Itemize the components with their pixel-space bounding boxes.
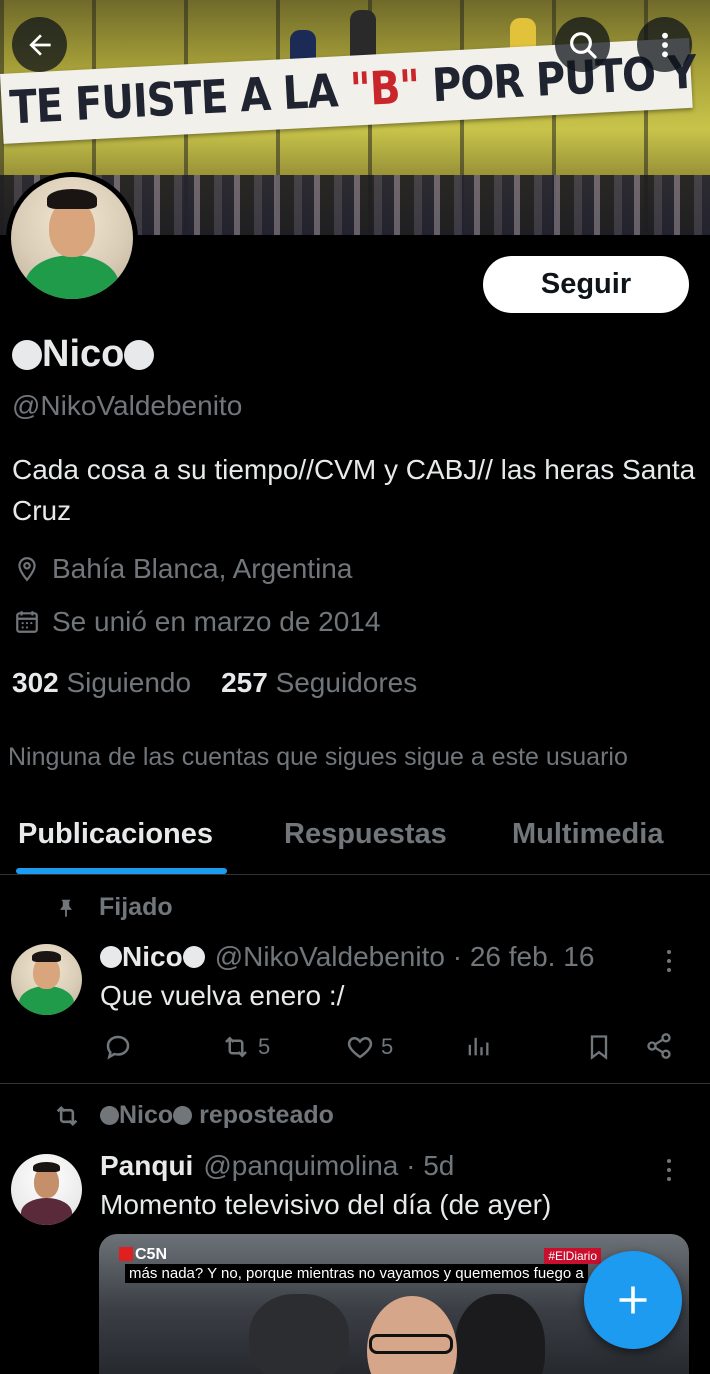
name-dot-icon bbox=[182, 946, 205, 968]
tab-respuestas[interactable]: Respuestas bbox=[284, 818, 447, 851]
following-count: 302 bbox=[12, 667, 59, 698]
following-link[interactable]: 302 Siguiendo bbox=[12, 667, 191, 699]
video-person bbox=[455, 1294, 545, 1374]
reposted-label: reposteado bbox=[199, 1101, 334, 1129]
followers-link[interactable]: 257 Seguidores bbox=[221, 667, 417, 699]
tab-multimedia[interactable]: Multimedia bbox=[512, 818, 663, 851]
name-dot-icon bbox=[100, 946, 122, 968]
repost-tweet-more-button[interactable] bbox=[667, 1159, 671, 1181]
reply-button[interactable] bbox=[103, 1032, 133, 1062]
profile-display-name: Nico bbox=[12, 333, 155, 376]
repost-tweet-handle: @panquimolina bbox=[203, 1150, 399, 1181]
pinned-indicator: Fijado bbox=[55, 893, 173, 922]
followers-label: Seguidores bbox=[275, 667, 418, 698]
profile-tabs: Publicaciones Respuestas Multimedia bbox=[0, 800, 710, 875]
pinned-tweet-text: Que vuelva enero :/ bbox=[100, 980, 345, 1011]
pinned-tweet-actions: 5 5 bbox=[100, 1032, 680, 1066]
calendar-icon bbox=[16, 611, 38, 633]
active-tab-indicator bbox=[16, 868, 227, 874]
search-icon bbox=[569, 31, 597, 59]
profile-bio: Cada cosa a su tiempo//CVM y CABJ// las … bbox=[12, 454, 696, 526]
location-text: Bahía Blanca, Argentina bbox=[52, 553, 353, 584]
bookmark-button[interactable] bbox=[585, 1032, 613, 1062]
bookmark-icon bbox=[590, 1035, 608, 1060]
avatar-shirt bbox=[21, 1198, 72, 1225]
repost-indicator[interactable]: Nico reposteado bbox=[52, 1101, 334, 1130]
followed-by-note: Ninguna de las cuentas que sigues sigue … bbox=[8, 743, 628, 771]
repost-button[interactable]: 5 bbox=[220, 1032, 270, 1062]
reposted-by: Nico reposteado bbox=[100, 1101, 334, 1130]
follow-counts: 302 Siguiendo 257 Seguidores bbox=[12, 667, 417, 699]
follow-button[interactable]: Seguir bbox=[483, 256, 689, 313]
analytics-icon bbox=[468, 1037, 489, 1056]
repost-icon bbox=[56, 1105, 78, 1126]
channel-logo: C5N bbox=[119, 1246, 167, 1264]
profile-handle: @NikoValdebenito bbox=[12, 390, 243, 421]
repost-tweet-date: · 5d bbox=[406, 1150, 455, 1181]
pinned-label: Fijado bbox=[99, 893, 173, 921]
video-caption: más nada? Y no, porque mientras no vayam… bbox=[125, 1264, 588, 1283]
share-button[interactable] bbox=[645, 1032, 673, 1060]
views-button[interactable] bbox=[464, 1032, 492, 1060]
profile-avatar[interactable] bbox=[6, 172, 138, 304]
name-dot-icon bbox=[100, 1106, 119, 1125]
pinned-tweet-date: · 26 feb. 16 bbox=[452, 941, 595, 972]
avatar-shirt bbox=[25, 255, 119, 299]
heart-icon bbox=[347, 1036, 373, 1059]
repost-tweet-header: Panqui @panquimolina · 5d bbox=[100, 1150, 454, 1182]
like-count: 5 bbox=[381, 1034, 394, 1059]
channel-tag: #ElDiario bbox=[544, 1248, 601, 1264]
repost-icon bbox=[225, 1036, 247, 1058]
following-label: Siguiendo bbox=[66, 667, 192, 698]
avatar-photo bbox=[11, 177, 133, 299]
repost-tweet-text: Momento televisivo del día (de ayer) bbox=[100, 1189, 552, 1220]
avatar-hair bbox=[33, 1162, 60, 1172]
profile-joined: Se unió en marzo de 2014 bbox=[14, 606, 380, 638]
repost-tweet-avatar[interactable] bbox=[11, 1154, 82, 1225]
pin-icon bbox=[60, 899, 72, 917]
name-dot-icon bbox=[124, 339, 155, 370]
location-pin-icon bbox=[18, 557, 36, 582]
pinned-author-name: Nico bbox=[122, 941, 183, 972]
pinned-tweet-author[interactable]: Nico bbox=[100, 941, 205, 973]
video-person bbox=[249, 1294, 349, 1374]
joined-text: Se unió en marzo de 2014 bbox=[52, 606, 381, 637]
arrow-left-icon bbox=[28, 33, 51, 56]
share-icon bbox=[647, 1033, 671, 1059]
video-glasses bbox=[369, 1334, 453, 1354]
back-button[interactable] bbox=[12, 17, 67, 72]
avatar-hair bbox=[32, 951, 61, 962]
reply-icon bbox=[106, 1035, 130, 1060]
reposted-by-name: Nico bbox=[119, 1101, 174, 1129]
avatar-hair bbox=[47, 189, 97, 209]
compose-button[interactable] bbox=[584, 1251, 682, 1349]
display-name-text: Nico bbox=[42, 333, 125, 375]
repost-tweet-author[interactable]: Panqui bbox=[100, 1150, 193, 1182]
pinned-tweet-handle: @NikoValdebenito bbox=[214, 941, 445, 972]
followers-count: 257 bbox=[221, 667, 268, 698]
like-button[interactable]: 5 bbox=[345, 1032, 393, 1062]
avatar-shirt bbox=[19, 986, 74, 1015]
pinned-tweet-more-button[interactable] bbox=[667, 950, 671, 972]
tab-publicaciones[interactable]: Publicaciones bbox=[18, 818, 213, 851]
profile-location: Bahía Blanca, Argentina bbox=[14, 553, 352, 585]
repost-count: 5 bbox=[258, 1034, 271, 1059]
search-button[interactable] bbox=[555, 17, 610, 72]
name-dot-icon bbox=[12, 339, 42, 370]
more-options-button[interactable] bbox=[637, 17, 692, 72]
pinned-tweet-header: Nico @NikoValdebenito · 26 feb. 16 bbox=[100, 941, 594, 973]
name-dot-icon bbox=[173, 1106, 193, 1125]
tweet-divider bbox=[0, 1083, 710, 1084]
plus-icon bbox=[619, 1286, 647, 1314]
more-vertical-icon bbox=[661, 32, 668, 57]
pinned-tweet-avatar[interactable] bbox=[11, 944, 82, 1015]
